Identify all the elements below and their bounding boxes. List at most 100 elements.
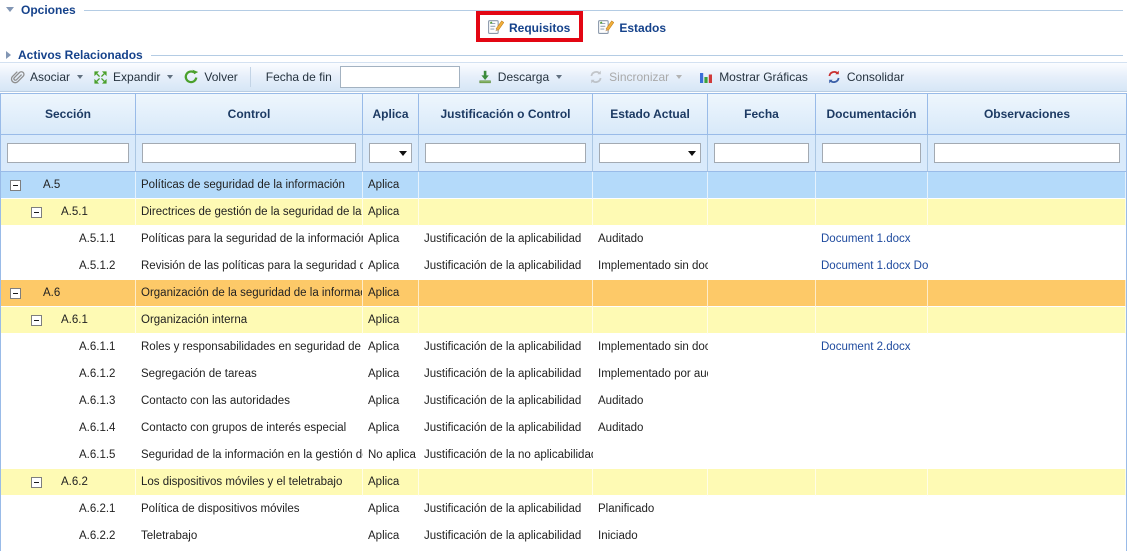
fecha-fin-input[interactable] bbox=[340, 66, 460, 88]
column-header-justificacion[interactable]: Justificación o Control bbox=[419, 94, 593, 135]
table-row[interactable]: A.5.1.1Políticas para la seguridad de la… bbox=[1, 226, 1126, 253]
cell-aplica: Aplica bbox=[363, 199, 419, 226]
cell-aplica: Aplica bbox=[363, 388, 419, 415]
paperclip-icon bbox=[9, 69, 25, 85]
column-header-seccion[interactable]: Sección bbox=[1, 94, 136, 135]
cell-fecha bbox=[708, 523, 816, 550]
table-row[interactable]: A.6.1.3Contacto con las autoridadesAplic… bbox=[1, 388, 1126, 415]
section-code: A.5.1 bbox=[1, 199, 88, 225]
table-row[interactable]: A.5.1.2Revisión de las políticas para la… bbox=[1, 253, 1126, 280]
expand-arrows-icon bbox=[93, 70, 108, 85]
cell-estado: Implementado por aud bbox=[593, 361, 708, 388]
control-filter-input[interactable] bbox=[142, 143, 356, 163]
table-row[interactable]: A.6.1.4Contacto con grupos de interés es… bbox=[1, 415, 1126, 442]
cell-estado: Implementado sin docu bbox=[593, 334, 708, 361]
cell-fecha bbox=[708, 361, 816, 388]
panel-title-activos[interactable]: Activos Relacionados bbox=[18, 48, 143, 62]
cell-documentacion: Document 1.docx Doc bbox=[816, 253, 928, 280]
cell-observaciones bbox=[928, 253, 1126, 280]
cell-seccion: A.5.1 bbox=[1, 199, 136, 226]
column-header-estado-actual[interactable]: Estado Actual bbox=[593, 94, 708, 135]
cell-documentacion bbox=[816, 496, 928, 523]
requisitos-button[interactable]: Requisitos bbox=[483, 16, 574, 37]
estado-actual-filter-select[interactable] bbox=[599, 143, 701, 163]
cell-seccion: A.6.1.3 bbox=[1, 388, 136, 415]
cell-justificacion: Justificación de la aplicabilidad bbox=[419, 496, 593, 523]
asociar-button[interactable]: Asociar bbox=[4, 67, 88, 87]
collapse-toggle-icon[interactable] bbox=[31, 477, 42, 488]
cell-estado bbox=[593, 280, 708, 307]
collapse-toggle-icon[interactable] bbox=[31, 315, 42, 326]
expand-arrow-icon[interactable] bbox=[6, 51, 11, 59]
table-row[interactable]: A.6.1.1Roles y responsabilidades en segu… bbox=[1, 334, 1126, 361]
sincronizar-button: Sincronizar bbox=[583, 67, 687, 87]
collapse-toggle-icon[interactable] bbox=[10, 180, 21, 191]
collapse-arrow-icon[interactable] bbox=[6, 7, 14, 12]
cell-fecha bbox=[708, 496, 816, 523]
cell-justificacion: Justificación de la aplicabilidad bbox=[419, 253, 593, 280]
column-header-fecha[interactable]: Fecha bbox=[708, 94, 816, 135]
chevron-down-icon bbox=[688, 151, 696, 156]
bar-chart-icon bbox=[698, 69, 714, 85]
column-header-observaciones[interactable]: Observaciones bbox=[928, 94, 1126, 135]
table-row[interactable]: A.5.1Directrices de gestión de la seguri… bbox=[1, 199, 1126, 226]
divider bbox=[151, 55, 1123, 56]
section-code: A.6.2.2 bbox=[1, 523, 115, 549]
table-row[interactable]: A.6.2.2TeletrabajoAplicaJustificación de… bbox=[1, 523, 1126, 550]
download-icon bbox=[477, 69, 493, 85]
mostrar-graficas-button[interactable]: Mostrar Gráficas bbox=[693, 67, 813, 87]
table-row[interactable]: A.6.1Organización internaAplica bbox=[1, 307, 1126, 334]
document-link[interactable]: Document 1.docx Doc bbox=[821, 260, 928, 272]
cell-justificacion: Justificación de la aplicabilidad bbox=[419, 523, 593, 550]
document-link[interactable]: Document 2.docx bbox=[821, 341, 911, 353]
table-row[interactable]: A.5Políticas de seguridad de la informac… bbox=[1, 172, 1126, 199]
table-row[interactable]: A.6Organización de la seguridad de la in… bbox=[1, 280, 1126, 307]
consolidar-button[interactable]: Consolidar bbox=[821, 67, 909, 87]
cell-estado: Iniciado bbox=[593, 523, 708, 550]
estados-button[interactable]: Estados bbox=[593, 16, 670, 37]
fecha-filter-input[interactable] bbox=[714, 143, 809, 163]
cell-observaciones bbox=[928, 388, 1126, 415]
section-code: A.5.1.1 bbox=[1, 226, 115, 252]
cell-fecha bbox=[708, 415, 816, 442]
table-row[interactable]: A.6.1.2Segregación de tareasAplicaJustif… bbox=[1, 361, 1126, 388]
justificacion-filter-input[interactable] bbox=[425, 143, 586, 163]
observaciones-filter-input[interactable] bbox=[934, 143, 1120, 163]
fecha-fin-label: Fecha de fin bbox=[266, 70, 332, 84]
asociar-label: Asociar bbox=[30, 70, 70, 84]
column-header-control[interactable]: Control bbox=[136, 94, 363, 135]
chevron-down-icon bbox=[167, 75, 173, 79]
cell-observaciones bbox=[928, 415, 1126, 442]
cell-control: Políticas de seguridad de la información bbox=[136, 172, 363, 199]
expandir-button[interactable]: Expandir bbox=[88, 68, 178, 87]
cell-aplica: Aplica bbox=[363, 469, 419, 496]
collapse-toggle-icon[interactable] bbox=[31, 207, 42, 218]
chevron-down-icon bbox=[556, 75, 562, 79]
document-link[interactable]: Document 1.docx bbox=[821, 233, 911, 245]
grid-body: A.5Políticas de seguridad de la informac… bbox=[1, 172, 1126, 550]
cell-fecha bbox=[708, 253, 816, 280]
panel-title-opciones[interactable]: Opciones bbox=[21, 3, 76, 17]
filter-cell bbox=[1, 135, 136, 172]
cell-aplica: Aplica bbox=[363, 523, 419, 550]
column-header-aplica[interactable]: Aplica bbox=[363, 94, 419, 135]
table-row[interactable]: A.6.2.1Política de dispositivos móvilesA… bbox=[1, 496, 1126, 523]
cell-documentacion bbox=[816, 442, 928, 469]
cell-justificacion bbox=[419, 280, 593, 307]
cell-observaciones bbox=[928, 469, 1126, 496]
column-header-documentacion[interactable]: Documentación bbox=[816, 94, 928, 135]
requisitos-label: Requisitos bbox=[509, 21, 570, 35]
filter-cell bbox=[708, 135, 816, 172]
collapse-toggle-icon[interactable] bbox=[10, 288, 21, 299]
descarga-button[interactable]: Descarga bbox=[472, 67, 567, 87]
cell-aplica: Aplica bbox=[363, 226, 419, 253]
cell-documentacion: Document 2.docx bbox=[816, 334, 928, 361]
table-row[interactable]: A.6.2Los dispositivos móviles y el telet… bbox=[1, 469, 1126, 496]
aplica-filter-select[interactable] bbox=[369, 143, 412, 163]
seccion-filter-input[interactable] bbox=[7, 143, 129, 163]
volver-button[interactable]: Volver bbox=[178, 67, 242, 87]
filter-cell bbox=[593, 135, 708, 172]
cell-documentacion bbox=[816, 523, 928, 550]
documentacion-filter-input[interactable] bbox=[822, 143, 921, 163]
table-row[interactable]: A.6.1.5Seguridad de la información en la… bbox=[1, 442, 1126, 469]
